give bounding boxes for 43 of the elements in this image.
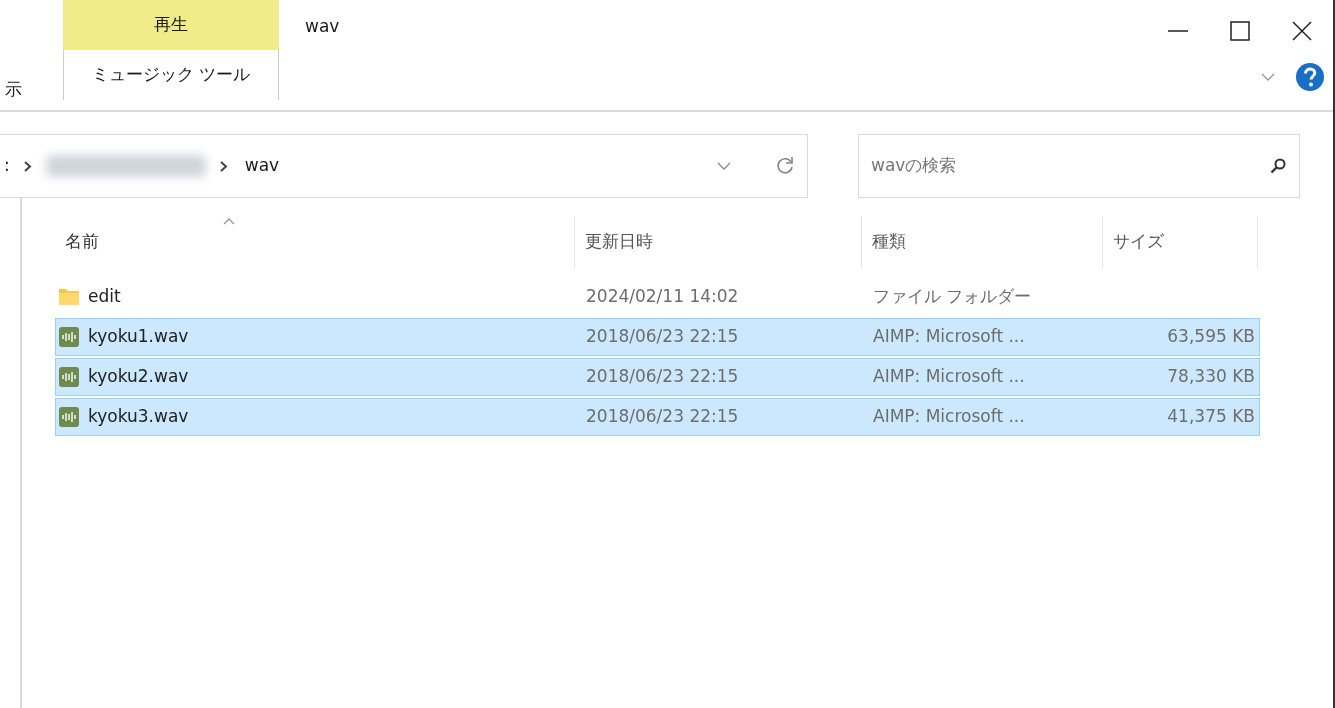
file-size: 41,375 KB (1167, 406, 1256, 427)
column-header[interactable]: 種類 (872, 229, 906, 255)
chevron-right-icon (219, 160, 228, 172)
modified-date: 2018/06/23 22:15 (585, 326, 739, 347)
column-header[interactable]: 名前 (65, 229, 99, 255)
context-group-label: ミュージック ツール (91, 63, 251, 87)
help-icon[interactable] (1295, 62, 1325, 92)
breadcrumb-item[interactable]: wav (244, 153, 280, 179)
file-size: 63,595 KB (1167, 326, 1256, 347)
file-name: edit (88, 285, 121, 309)
modified-date: 2018/06/23 22:15 (585, 406, 739, 427)
maximize-icon[interactable] (1229, 20, 1251, 42)
file-type: AIMP: Microsoft ... (872, 366, 1025, 387)
close-icon[interactable] (1291, 20, 1313, 42)
audio-file-icon (58, 326, 80, 348)
file-row[interactable]: kyoku1.wav 2018/06/23 22:15 AIMP: Microsoft ... 63,595 KB (55, 318, 1260, 356)
audio-file-icon (58, 366, 80, 388)
search-field[interactable]: wavの検索 (858, 134, 1300, 198)
audio-file-icon (58, 406, 80, 428)
file-row[interactable]: edit 2024/02/11 14:02 ファイル フォルダー (55, 278, 1260, 316)
file-name: kyoku1.wav (88, 325, 189, 349)
refresh-icon[interactable] (775, 156, 795, 176)
chevron-down-icon[interactable] (717, 161, 731, 171)
ribbon-tab[interactable]: 示 (0, 76, 22, 102)
modified-date: 2024/02/11 14:02 (585, 286, 739, 307)
modified-date: 2018/06/23 22:15 (585, 366, 739, 387)
file-row[interactable]: kyoku3.wav 2018/06/23 22:15 AIMP: Microsoft ... 41,375 KB (55, 398, 1260, 436)
file-name: kyoku3.wav (88, 405, 189, 429)
column-header[interactable]: サイズ (1113, 229, 1164, 255)
file-size: 78,330 KB (1167, 366, 1256, 387)
file-name: kyoku2.wav (88, 365, 189, 389)
column-header[interactable]: 更新日時 (585, 229, 653, 255)
chevron-right-icon (23, 160, 32, 172)
file-row[interactable]: kyoku2.wav 2018/06/23 22:15 AIMP: Microsoft ... 78,330 KB (55, 358, 1260, 396)
folder-icon (58, 286, 80, 308)
file-type: AIMP: Microsoft ... (872, 406, 1025, 427)
file-type: AIMP: Microsoft ... (872, 326, 1025, 347)
ribbon-tab[interactable]: 再生 (63, 0, 279, 50)
breadcrumb-item[interactable]: : (4, 153, 10, 179)
search-icon (1270, 158, 1286, 174)
window-title: wav (305, 16, 340, 36)
file-type: ファイル フォルダー (872, 286, 1032, 307)
chevron-down-icon[interactable] (1261, 72, 1275, 82)
